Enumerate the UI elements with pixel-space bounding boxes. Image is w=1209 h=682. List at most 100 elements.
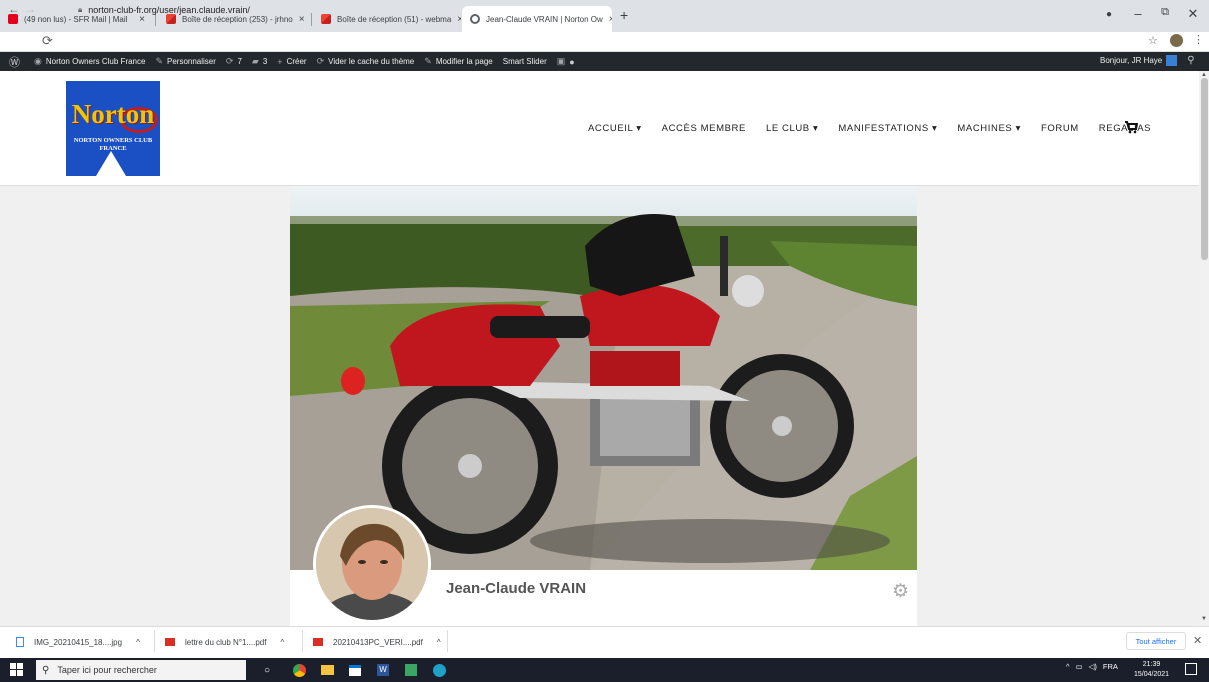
volume-icon[interactable]: ◁): [1089, 662, 1097, 671]
wp-cache-link[interactable]: ⟳ Vider le cache du thème: [317, 56, 415, 67]
download-separator: [154, 630, 155, 652]
back-icon[interactable]: ←: [8, 2, 20, 16]
chevron-up-icon[interactable]: ^: [437, 638, 441, 647]
close-tab-icon[interactable]: ×: [293, 14, 305, 25]
wp-slider-link[interactable]: Smart Slider: [503, 57, 547, 66]
brush-icon: ✎: [155, 56, 163, 66]
edge-icon[interactable]: [430, 661, 448, 679]
wp-comments-link[interactable]: ▰ 3: [252, 56, 267, 67]
gmail-icon: [321, 14, 331, 24]
forward-icon[interactable]: →: [24, 2, 36, 16]
status-dot-icon: ●: [569, 56, 575, 67]
chevron-up-icon[interactable]: ^: [136, 638, 140, 647]
comment-icon: ▰: [251, 56, 259, 66]
nav-label: LE CLUB: [765, 123, 810, 134]
tab-separator: [311, 13, 312, 26]
profile-name: Jean-Claude VRAIN: [446, 580, 587, 597]
wp-customize-link[interactable]: ✎ Personnaliser: [155, 56, 215, 67]
network-icon[interactable]: ▭: [1076, 662, 1083, 671]
wp-edit-link[interactable]: ✎ Modifier la page: [424, 56, 492, 67]
download-item[interactable]: lettre du club N°1....pdf ^: [165, 634, 284, 650]
taskbar-search-box[interactable]: ⚲ Taper ici pour rechercher: [36, 660, 246, 680]
photos-icon[interactable]: [402, 661, 420, 679]
scroll-down-icon[interactable]: ▼: [1201, 616, 1207, 622]
chrome-icon[interactable]: [290, 661, 308, 679]
store-icon[interactable]: [346, 661, 364, 679]
chevron-up-icon[interactable]: ^: [280, 638, 284, 647]
logo-wordmark: Norton: [71, 99, 155, 129]
wp-updates-link[interactable]: ⟳ 7: [226, 56, 242, 67]
profile-icon[interactable]: ●: [1096, 9, 1122, 20]
dashboard-icon: ◉: [34, 56, 42, 66]
language-indicator[interactable]: FRA: [1103, 662, 1118, 671]
tab-gmail-2[interactable]: Boîte de réception (51) - webma ×: [313, 6, 461, 32]
tab-label: Boîte de réception (51) - webma: [337, 14, 452, 24]
close-downloads-icon[interactable]: ✕: [1193, 634, 1202, 647]
download-label: 20210413PC_VERI....pdf: [333, 637, 423, 647]
main-nav: ACCUEIL ▾ ACCÈS MEMBRE LE CLUB ▾ MANIFES…: [588, 123, 1171, 134]
windows-start-icon[interactable]: [10, 663, 23, 681]
wordpress-logo-icon[interactable]: Ⓦ: [9, 54, 24, 70]
close-tab-icon[interactable]: ×: [603, 14, 612, 25]
scrollbar-thumb[interactable]: [1201, 78, 1208, 260]
wp-yoast-link[interactable]: ▣ ●: [557, 56, 579, 67]
cart-icon[interactable]: [1124, 120, 1139, 137]
download-item[interactable]: 20210413PC_VERI....pdf ^: [313, 634, 441, 650]
globe-icon: [470, 14, 480, 24]
reload-icon[interactable]: ⟳: [42, 33, 53, 49]
plus-icon: +: [277, 56, 283, 67]
wp-site-label: Norton Owners Club France: [45, 57, 146, 66]
nav-label: MACHINES: [957, 123, 1013, 134]
scroll-up-icon[interactable]: ▲: [1201, 72, 1207, 78]
wp-cache-label: Vider le cache du thème: [328, 57, 415, 66]
file-explorer-icon[interactable]: [318, 661, 336, 679]
avatar-icon[interactable]: [1170, 34, 1183, 47]
tab-active-profile[interactable]: Jean-Claude VRAIN | Norton Ow ×: [462, 6, 612, 32]
wp-admin-bar: Ⓦ ◉ Norton Owners Club France ✎ Personnali…: [0, 52, 1209, 71]
comments-count: 3: [262, 57, 268, 66]
url-text: norton-club-fr.org/user/jean.claude.vrai…: [88, 5, 250, 15]
caret-down-icon: ▾: [636, 123, 642, 134]
window-close-button[interactable]: ✕: [1180, 6, 1206, 22]
nav-le-club[interactable]: LE CLUB ▾: [766, 123, 818, 134]
minimize-button[interactable]: –: [1125, 6, 1151, 21]
search-icon[interactable]: ⚲: [1187, 55, 1194, 66]
nav-manifestations[interactable]: MANIFESTATIONS ▾: [838, 123, 937, 134]
url-field[interactable]: 🔒︎ norton-club-fr.org/user/jean.claude.v…: [78, 2, 250, 18]
nav-acces-membre[interactable]: ACCÈS MEMBRE: [662, 123, 746, 134]
download-item[interactable]: IMG_20210415_18....jpg ^: [16, 634, 140, 650]
bookmark-star-icon[interactable]: ☆: [1148, 34, 1158, 47]
word-icon[interactable]: W: [374, 661, 392, 679]
caret-down-icon: ▾: [813, 123, 819, 134]
show-all-downloads-button[interactable]: Tout afficher: [1126, 632, 1186, 650]
refresh-icon: ⟳: [316, 56, 325, 66]
close-tab-icon[interactable]: ×: [451, 14, 461, 25]
cortana-icon[interactable]: ○: [258, 661, 276, 679]
profile-avatar[interactable]: [313, 505, 431, 623]
download-separator: [302, 630, 303, 652]
gear-icon[interactable]: ⚙: [892, 580, 909, 603]
nav-accueil[interactable]: ACCUEIL ▾: [588, 123, 642, 134]
site-header: Norton NORTON OWNERS CLUB FRANCE ACCUEIL…: [0, 71, 1199, 186]
wp-account-link[interactable]: Bonjour, JR Haye ⚲: [1100, 55, 1195, 66]
taskbar-clock[interactable]: 21:39 15/04/2021: [1134, 660, 1169, 680]
wp-customize-label: Personnaliser: [167, 57, 216, 66]
site-logo[interactable]: Norton NORTON OWNERS CLUB FRANCE: [66, 81, 160, 176]
menu-dots-icon[interactable]: ⋮: [1193, 33, 1204, 46]
wp-greeting: Bonjour, JR Haye: [1100, 56, 1163, 65]
clock-date: 15/04/2021: [1134, 671, 1170, 678]
logo-corner-shape: [96, 151, 126, 176]
wp-new-link[interactable]: + Créer: [277, 57, 306, 67]
maximize-button[interactable]: ⧉: [1152, 6, 1178, 19]
wp-site-link[interactable]: ◉ Norton Owners Club France: [34, 56, 145, 67]
notifications-icon[interactable]: [1185, 663, 1197, 675]
nav-forum[interactable]: FORUM: [1041, 123, 1079, 134]
address-bar-row: [0, 32, 1209, 52]
nav-label: ACCÈS MEMBRE: [661, 123, 746, 134]
system-tray[interactable]: ^ ▭ ◁) FRA: [1066, 662, 1118, 671]
chevron-up-icon[interactable]: ^: [1066, 662, 1070, 671]
nav-machines[interactable]: MACHINES ▾: [957, 123, 1021, 134]
seo-icon: ▣: [556, 56, 566, 66]
search-icon: ⚲: [42, 664, 50, 676]
new-tab-button[interactable]: +: [620, 7, 628, 23]
